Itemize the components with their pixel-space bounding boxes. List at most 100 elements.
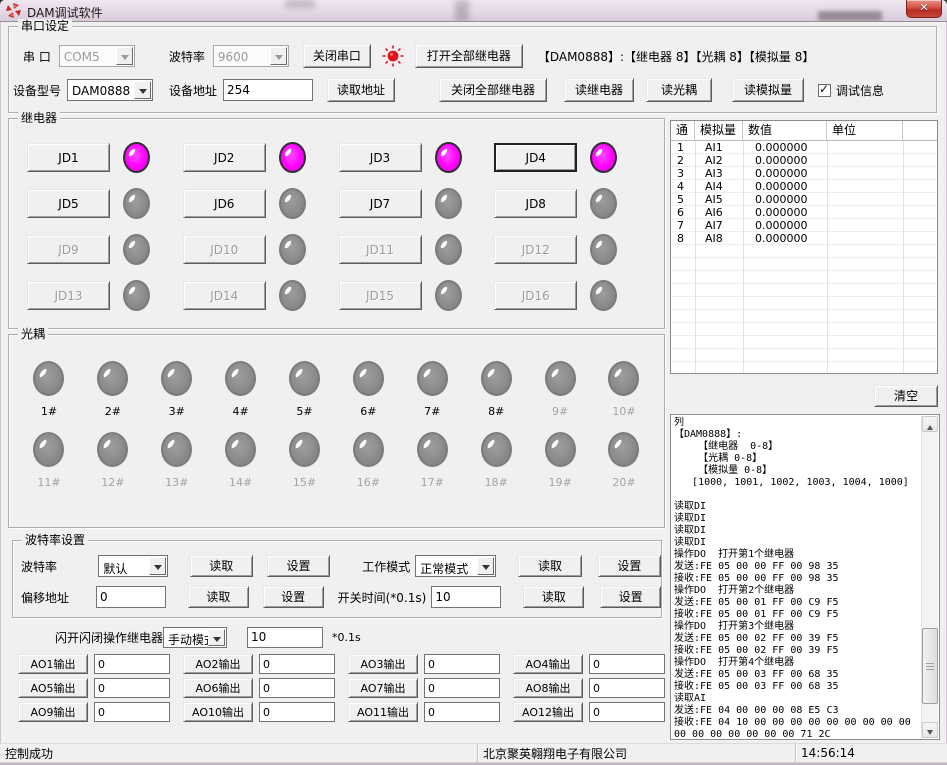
table-header-cell[interactable]: 数值: [743, 121, 827, 140]
table-row[interactable]: 6 AI6 0.000000: [671, 206, 937, 219]
analog-output-input[interactable]: [589, 654, 665, 674]
analog-output-input[interactable]: [589, 678, 665, 698]
clear-log-button[interactable]: 清空: [874, 385, 938, 407]
checkbox-check-icon: [818, 84, 831, 97]
log-line: 发送:FE 05 00 00 FF 00 98 35: [674, 561, 919, 573]
analog-output-input[interactable]: [259, 654, 335, 674]
relay-button[interactable]: JD16: [494, 281, 577, 310]
opto-label: 16#: [357, 476, 380, 489]
baud-combo[interactable]: 9600: [213, 45, 289, 67]
relay-button[interactable]: JD9: [27, 235, 110, 264]
debug-log-area[interactable]: 列【DAM0888】: 【继电器 0-8】 【光耦 0-8】 【模拟量 0-8】…: [670, 414, 940, 740]
device-model-combo[interactable]: DAM0888: [67, 79, 153, 101]
offset-read-button[interactable]: 读取: [188, 586, 249, 608]
open-all-relays-button[interactable]: 打开全部继电器: [415, 44, 523, 68]
read-address-button[interactable]: 读取地址: [327, 78, 395, 102]
switch-time-read-button[interactable]: 读取: [523, 586, 584, 608]
analog-output-input[interactable]: [259, 678, 335, 698]
opto-cell: 17#: [400, 432, 464, 489]
offset-address-input[interactable]: [96, 586, 166, 608]
close-serial-button[interactable]: 关闭串口: [303, 44, 371, 68]
baudrate-set-button[interactable]: 设置: [267, 555, 330, 577]
analog-output-input[interactable]: [589, 702, 665, 722]
analog-output-input[interactable]: [259, 702, 335, 722]
close-all-relays-button[interactable]: 关闭全部继电器: [439, 78, 547, 102]
analog-output-button[interactable]: AO7输出: [348, 678, 418, 698]
log-line: 接收:FE 05 00 02 FF 00 39 F5: [674, 645, 919, 657]
table-row[interactable]: 7 AI7 0.000000: [671, 219, 937, 232]
log-line: 00 00 00 00 00 00 00 71 2C: [674, 729, 919, 737]
debug-info-checkbox[interactable]: 调试信息: [818, 82, 884, 99]
read-relays-button[interactable]: 读继电器: [564, 78, 634, 102]
analog-output-input[interactable]: [94, 678, 170, 698]
work-mode-value: 正常模式: [420, 560, 468, 577]
relay-button[interactable]: JD6: [183, 189, 266, 218]
relay-button[interactable]: JD15: [339, 281, 422, 310]
table-header-cell[interactable]: 模拟量: [695, 121, 743, 140]
table-header-cell[interactable]: 通: [671, 121, 695, 140]
relay-button[interactable]: JD12: [494, 235, 577, 264]
analog-output-button[interactable]: AO12输出: [513, 702, 583, 722]
analog-output-input[interactable]: [424, 678, 500, 698]
analog-output-input[interactable]: [94, 702, 170, 722]
relay-button[interactable]: JD2: [183, 143, 266, 172]
close-button[interactable]: [906, 0, 942, 18]
analog-output-button[interactable]: AO4输出: [513, 654, 583, 674]
relay-button[interactable]: JD3: [339, 143, 422, 172]
baudrate-read-button[interactable]: 读取: [190, 555, 253, 577]
table-row[interactable]: 3 AI3 0.000000: [671, 167, 937, 180]
analog-output-button[interactable]: AO6输出: [183, 678, 253, 698]
analog-output-input[interactable]: [94, 654, 170, 674]
read-analog-button[interactable]: 读模拟量: [732, 78, 804, 102]
relay-button[interactable]: JD4: [494, 143, 577, 172]
read-opto-button[interactable]: 读光耦: [646, 78, 712, 102]
analog-output-input[interactable]: [424, 702, 500, 722]
channel-cell: 7: [671, 219, 695, 232]
work-mode-read-button[interactable]: 读取: [518, 555, 581, 577]
table-row[interactable]: 8 AI8 0.000000: [671, 232, 937, 245]
log-line: 发送:FE 05 00 01 FF 00 C9 F5: [674, 597, 919, 609]
work-mode-set-button[interactable]: 设置: [598, 555, 661, 577]
app-window: DAM调试软件 串口设定 串 口 COM5 波特率 9600 关闭串口: [0, 0, 947, 765]
opto-label: 6#: [360, 405, 376, 418]
relay-button[interactable]: JD1: [27, 143, 110, 172]
relay-button[interactable]: JD11: [339, 235, 422, 264]
flash-mode-combo[interactable]: 手动模式: [163, 627, 227, 648]
flash-time-input[interactable]: [247, 627, 323, 648]
analog-output-cell: AO9输出: [18, 702, 170, 722]
scroll-up-icon[interactable]: [922, 416, 938, 432]
analog-output-button[interactable]: AO5输出: [18, 678, 88, 698]
analog-output-button[interactable]: AO2输出: [183, 654, 253, 674]
relay-button[interactable]: JD5: [27, 189, 110, 218]
device-address-input[interactable]: [223, 79, 313, 101]
title-bar[interactable]: DAM调试软件: [0, 0, 947, 22]
switch-time-input[interactable]: [431, 586, 501, 608]
analog-output-button[interactable]: AO11输出: [348, 702, 418, 722]
offset-set-button[interactable]: 设置: [263, 586, 324, 608]
analog-output-button[interactable]: AO1输出: [18, 654, 88, 674]
analog-output-button[interactable]: AO10输出: [183, 702, 253, 722]
relay-button[interactable]: JD13: [27, 281, 110, 310]
table-header-cell[interactable]: 单位: [827, 121, 903, 140]
port-combo[interactable]: COM5: [59, 45, 135, 67]
table-row[interactable]: 5 AI5 0.000000: [671, 193, 937, 206]
table-header-cell[interactable]: [903, 121, 937, 140]
work-mode-combo[interactable]: 正常模式: [415, 555, 496, 577]
log-scrollbar[interactable]: [921, 416, 938, 738]
log-line: 【光耦 0-8】: [674, 453, 919, 465]
relay-button[interactable]: JD14: [183, 281, 266, 310]
analog-output-button[interactable]: AO3输出: [348, 654, 418, 674]
analog-output-button[interactable]: AO9输出: [18, 702, 88, 722]
scroll-down-icon[interactable]: [922, 722, 938, 738]
baudrate-combo[interactable]: 默认: [98, 555, 167, 577]
relay-button[interactable]: JD7: [339, 189, 422, 218]
relay-button[interactable]: JD8: [494, 189, 577, 218]
switch-time-set-button[interactable]: 设置: [600, 586, 661, 608]
relay-button[interactable]: JD10: [183, 235, 266, 264]
table-row[interactable]: 4 AI4 0.000000: [671, 180, 937, 193]
table-row[interactable]: 1 AI1 0.000000: [671, 141, 937, 154]
analog-output-button[interactable]: AO8输出: [513, 678, 583, 698]
analog-output-input[interactable]: [424, 654, 500, 674]
table-row[interactable]: 2 AI2 0.000000: [671, 154, 937, 167]
scrollbar-thumb[interactable]: [922, 628, 938, 704]
